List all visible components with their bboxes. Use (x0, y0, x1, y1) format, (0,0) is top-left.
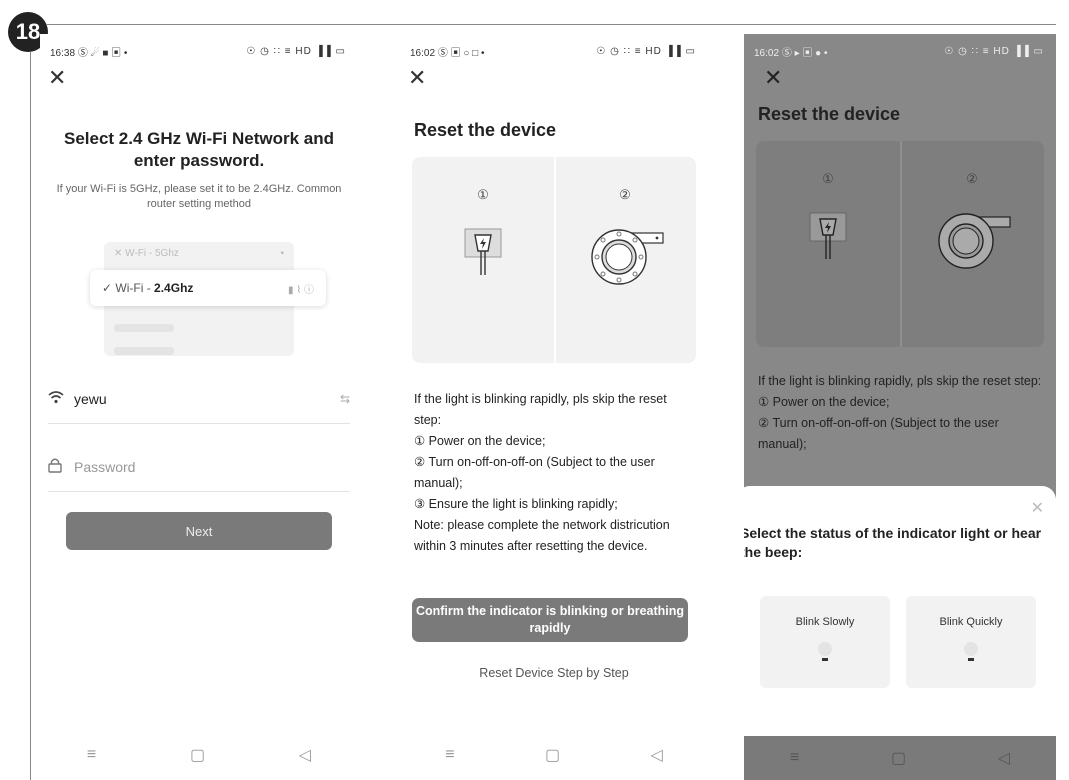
reset-instructions: If the light is blinking rapidly, pls sk… (414, 392, 670, 553)
blink-quickly-option[interactable]: Blink Quickly (906, 596, 1036, 688)
wifi-24-prefix: Wi-Fi - (115, 281, 155, 295)
light-fixture-icon (591, 229, 664, 285)
status-time: 16:02 (410, 47, 436, 59)
status-icons-right: ☉ ◷ ∷ ≡ HD ▐▐ ▭ (944, 45, 1044, 57)
indicator-status-sheet: ✕ Select the status of the indicator lig… (744, 486, 1056, 742)
close-icon[interactable]: ✕ (744, 67, 1056, 92)
switch-network-icon[interactable]: ⇆ (340, 392, 350, 406)
wifi-5g-row: ✕ W-Fi - 5Ghz ▪ (104, 242, 294, 264)
wifi-5g-label: W-Fi - 5Ghz (125, 247, 179, 259)
indicator-status-screen: 16:02 Ⓢ ▸ ▣ ● • ☉ ◷ ∷ ≡ HD ▐▐ ▭ ✕ Reset … (744, 34, 1056, 780)
system-nav-bar: ≡ ▢ ◁ (400, 730, 708, 780)
status-bar: 16:02 Ⓢ ▸ ▣ ● • ☉ ◷ ∷ ≡ HD ▐▐ ▭ (744, 34, 1056, 68)
wifi-24-band: 2.4Ghz (154, 281, 194, 295)
home-icon[interactable]: ▢ (545, 745, 560, 765)
system-nav-bar: ≡ ▢ ◁ (744, 736, 1056, 780)
status-icons-left: Ⓢ ▣ ○ □ • (437, 47, 485, 59)
menu-icon[interactable]: ≡ (445, 746, 454, 764)
lock-icon (48, 457, 74, 477)
blink-slowly-option[interactable]: Blink Slowly (760, 596, 890, 688)
wifi-icon (48, 390, 74, 408)
status-time: 16:38 (50, 47, 76, 59)
reset-illustration: ① ② (412, 157, 696, 363)
option-label: Blink Quickly (939, 616, 1003, 628)
power-plug-icon (464, 228, 502, 275)
back-icon[interactable]: ◁ (998, 748, 1010, 768)
step-switch: ② (554, 157, 696, 363)
step-switch: ② (900, 141, 1044, 347)
reset-step-by-step-link[interactable]: Reset Device Step by Step (400, 666, 708, 680)
close-icon[interactable]: ✕ (40, 67, 358, 92)
sheet-question: Select the status of the indicator light… (744, 525, 1042, 560)
bulb-icon (818, 642, 832, 661)
ssid-field[interactable]: yewu ⇆ (48, 374, 350, 424)
page-title: Reset the device (414, 120, 557, 140)
step-number: ① (822, 171, 834, 186)
wifi-24-row: ✓ Wi-Fi - 2.4Ghz ▮ ⌇ ⓘ (90, 270, 326, 306)
status-icons-left: Ⓢ ☄ ■ ▣ • (77, 47, 128, 59)
wifi-hint: If your Wi-Fi is 5GHz, please set it to … (56, 183, 342, 210)
reset-device-screen: 16:02 Ⓢ ▣ ○ □ • ☉ ◷ ∷ ≡ HD ▐▐ ▭ ✕ Reset … (400, 34, 708, 780)
menu-icon[interactable]: ≡ (790, 749, 799, 767)
wifi-illustration: ✕ W-Fi - 5Ghz ▪ ✓ Wi-Fi - 2.4Ghz ▮ ⌇ ⓘ (90, 242, 326, 356)
wifi-select-screen: 16:38 Ⓢ ☄ ■ ▣ • ☉ ◷ ∷ ≡ HD ▐▐ ▭ ✕ Select… (40, 34, 358, 780)
blink-options: Blink Slowly Blink Quickly (760, 596, 1056, 688)
reset-instructions: If the light is blinking rapidly, pls sk… (758, 374, 1042, 451)
password-placeholder: Password (74, 458, 136, 475)
menu-icon[interactable]: ≡ (87, 746, 96, 764)
back-icon[interactable]: ◁ (299, 745, 311, 765)
status-left: 16:38 Ⓢ ☄ ■ ▣ • (50, 44, 127, 59)
page-title: Select 2.4 GHz Wi-Fi Network and enter p… (63, 129, 335, 170)
bulb-icon (964, 642, 978, 661)
password-field[interactable]: Password (48, 442, 350, 492)
status-icons-right: ☉ ◷ ∷ ≡ HD ▐▐ ▭ (246, 45, 346, 57)
next-button[interactable]: Next (66, 512, 332, 550)
light-fixture-icon (938, 213, 1011, 269)
step-power: ① (756, 141, 900, 347)
status-left: 16:02 Ⓢ ▣ ○ □ • (410, 44, 485, 59)
status-time: 16:02 (754, 47, 780, 59)
step-power: ① (412, 157, 554, 363)
ssid-value: yewu (74, 390, 107, 407)
close-icon[interactable]: ✕ (1031, 498, 1044, 518)
step-number: ② (619, 187, 631, 202)
status-icons-left: Ⓢ ▸ ▣ ● • (781, 47, 828, 59)
back-icon[interactable]: ◁ (650, 745, 662, 765)
placeholder-line (114, 347, 174, 355)
step-number: ① (477, 187, 489, 202)
status-bar: 16:02 Ⓢ ▣ ○ □ • ☉ ◷ ∷ ≡ HD ▐▐ ▭ (400, 34, 708, 68)
illustration-divider (900, 141, 902, 347)
power-plug-icon (809, 212, 847, 259)
close-icon[interactable]: ✕ (400, 67, 708, 92)
step-number: ② (966, 171, 978, 186)
confirm-blinking-button[interactable]: Confirm the indicator is blinking or bre… (412, 598, 688, 642)
home-icon[interactable]: ▢ (891, 748, 906, 768)
page-title: Reset the device (758, 104, 901, 124)
check-icon: ✓ (102, 281, 116, 295)
placeholder-line (114, 324, 174, 332)
reset-illustration: ① ② (756, 141, 1044, 347)
wifi-status-icons: ▮ ⌇ ⓘ (288, 284, 314, 296)
lock-icon: ▪ (280, 247, 284, 259)
status-bar: 16:38 Ⓢ ☄ ■ ▣ • ☉ ◷ ∷ ≡ HD ▐▐ ▭ (40, 34, 358, 68)
status-left: 16:02 Ⓢ ▸ ▣ ● • (754, 44, 828, 59)
option-label: Blink Slowly (795, 616, 855, 628)
top-divider (46, 24, 1056, 25)
status-icons-right: ☉ ◷ ∷ ≡ HD ▐▐ ▭ (596, 45, 696, 57)
home-icon[interactable]: ▢ (190, 745, 205, 765)
x-icon: ✕ (114, 247, 126, 259)
illustration-divider (554, 157, 556, 363)
left-divider (30, 52, 31, 780)
system-nav-bar: ≡ ▢ ◁ (40, 730, 358, 780)
instruction-page: 18 16:38 Ⓢ ☄ ■ ▣ • ☉ ◷ ∷ ≡ HD ▐▐ ▭ ✕ Sel… (0, 0, 1069, 780)
wifi-placeholder-rows (104, 314, 294, 360)
